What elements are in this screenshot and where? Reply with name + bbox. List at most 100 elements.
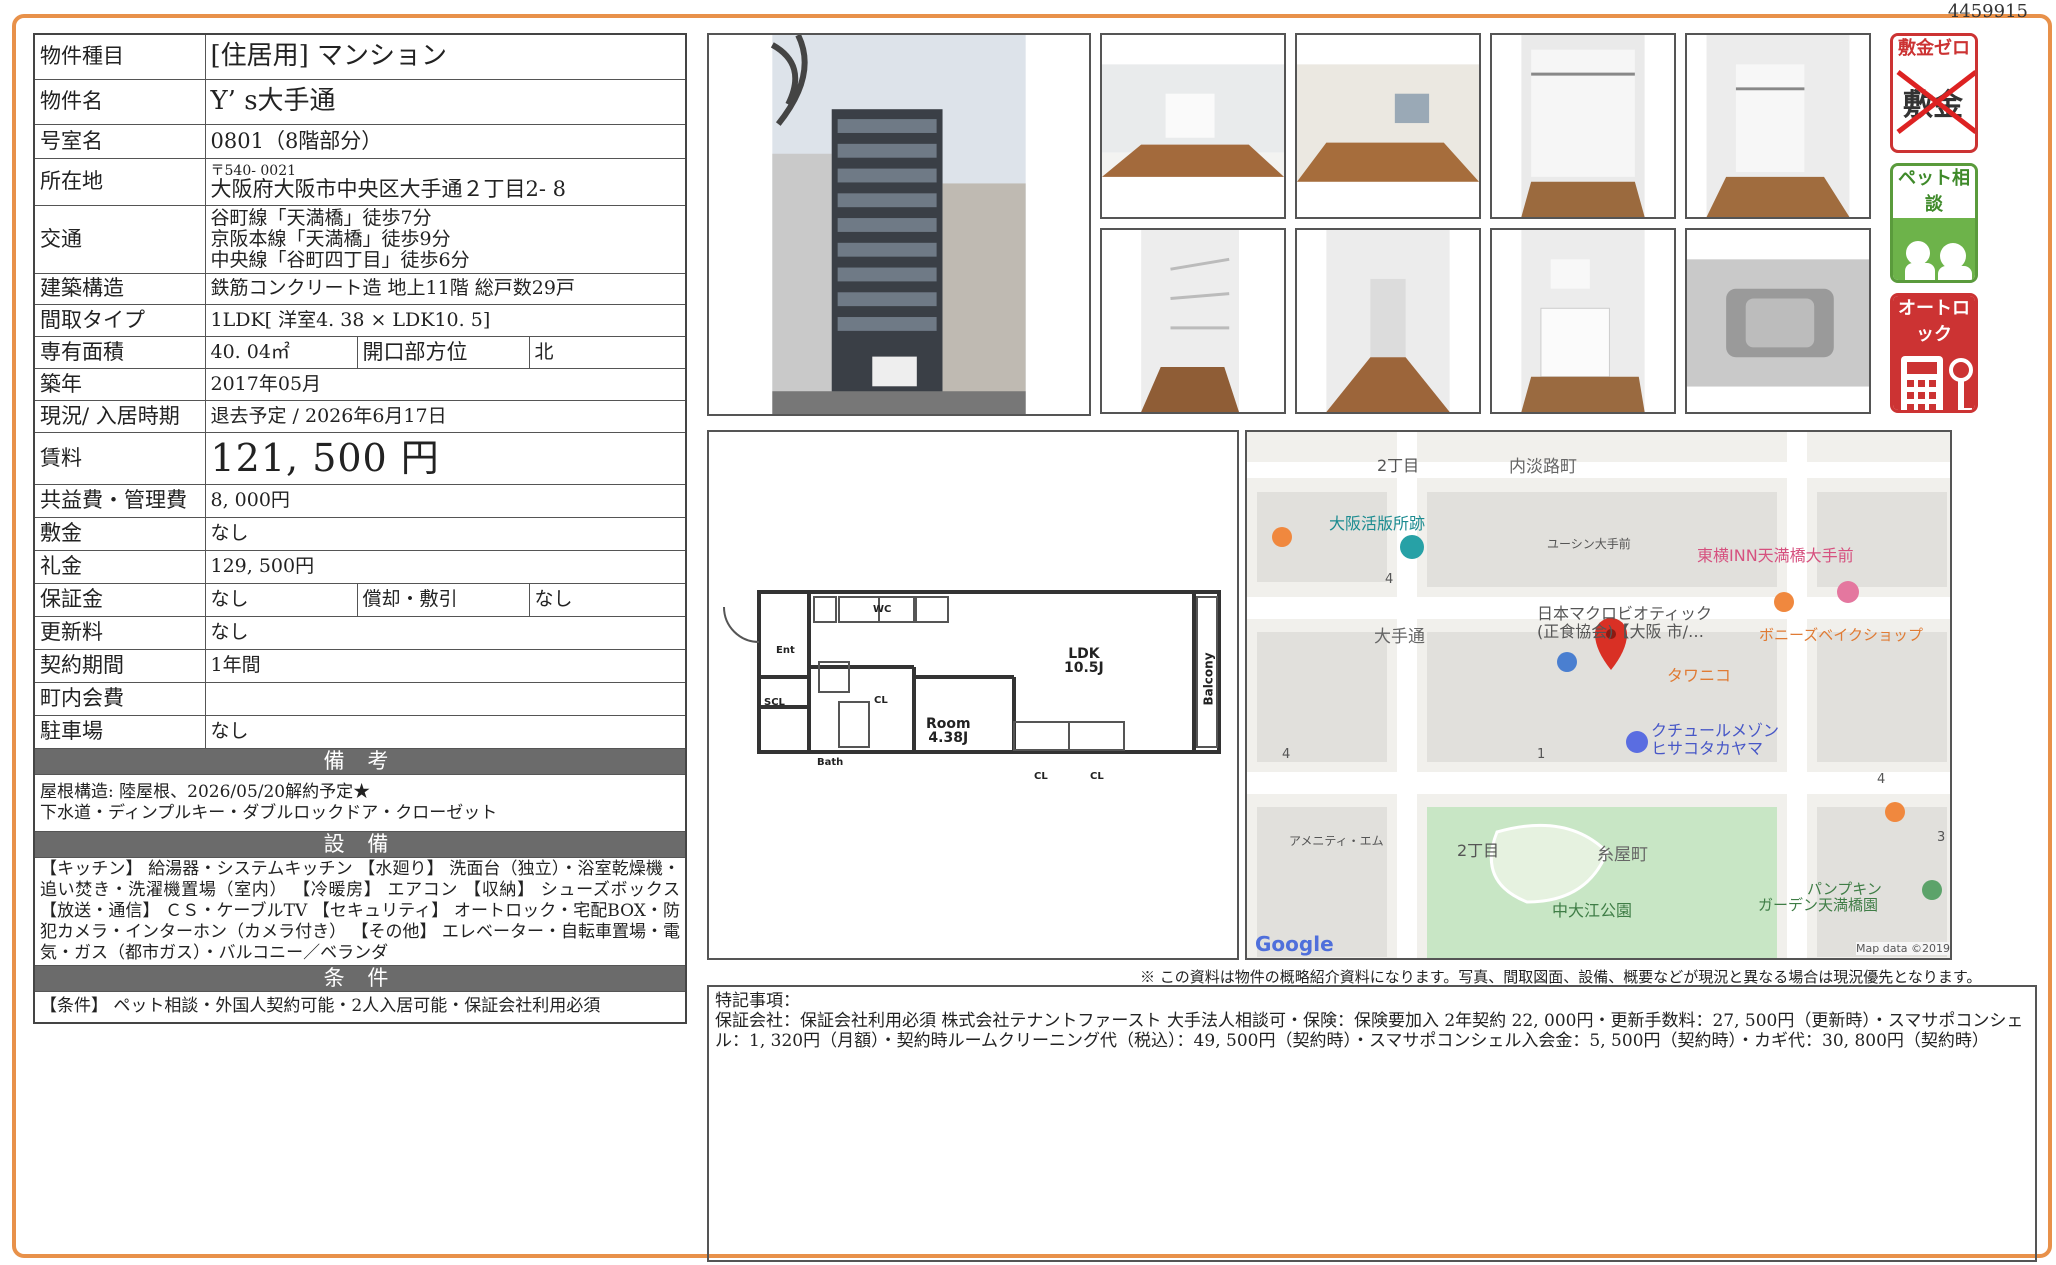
common-fee-value: 8, 000円	[204, 483, 687, 518]
keypad-icon	[1893, 348, 1975, 410]
area-label: 専有面積	[33, 335, 206, 369]
rent-value: 121, 500 円	[204, 431, 687, 485]
special-notes-box: 特記事項： 保証会社：保証会社利用必須 株式会社テナントファースト 大手法人相談…	[707, 985, 2037, 1262]
amortization-label: 償却・敷引	[356, 582, 530, 617]
opening-value: 北	[528, 335, 687, 369]
transport-label: 交通	[33, 204, 206, 274]
interior-photo	[1685, 228, 1871, 414]
pet-ok-label: ペット相談	[1893, 166, 1975, 218]
transport-line: 京阪本線「天満橋」徒歩9分	[210, 227, 451, 250]
renewal-label: 更新料	[33, 615, 206, 650]
map-block-number: 4	[1282, 747, 1291, 762]
rent-label: 賃料	[33, 431, 206, 485]
parking-label: 駐車場	[33, 714, 206, 749]
building-photo	[707, 33, 1091, 416]
interior-photo	[1490, 228, 1676, 414]
room-label: 号室名	[33, 123, 206, 159]
remarks-header: 備 考	[33, 747, 687, 775]
room-size: 4.38J	[928, 730, 969, 746]
autolock-label: オートロック	[1893, 296, 1975, 348]
bath-label: Bath	[817, 757, 844, 768]
location-map[interactable]: 2丁目 内淡路町 大阪活版所跡 ユーシン大手前 東横INN天満橋大手前 大手通 …	[1245, 430, 1952, 960]
special-notes-body: 保証会社：保証会社利用必須 株式会社テナントファースト 大手法人相談可・保険：保…	[715, 1011, 2024, 1051]
ldk-size: 10.5J	[1064, 660, 1104, 676]
layout-value: 1LDK[ 洋室4. 38 × LDK10. 5]	[204, 303, 687, 337]
area-value: 40. 04㎡	[204, 335, 358, 369]
amortization-value: なし	[528, 582, 687, 617]
no-deposit-label: 敷金ゼロ	[1893, 36, 1975, 62]
common-fee-label: 共益費・管理費	[33, 483, 206, 518]
association-label: 町内会費	[33, 681, 206, 716]
floor-plan: LDK 10.5J Room 4.38J Balcony Ent WC SCL CL…	[707, 430, 1239, 960]
scl-label: SCL	[764, 697, 785, 708]
status-label: 現況/ 入居時期	[33, 399, 206, 433]
name-label: 物件名	[33, 78, 206, 125]
map-label: (正食協会)【大阪 市/…	[1537, 622, 1704, 641]
document-id: 4459915	[1947, 1, 2028, 22]
room-value: 0801（8階部分）	[204, 123, 687, 159]
structure-label: 建築構造	[33, 272, 206, 305]
map-label: 糸屋町	[1597, 845, 1648, 865]
type-value: [住居用] マンション	[204, 33, 687, 80]
contract-label: 契約期間	[33, 648, 206, 683]
pet-icon	[1893, 218, 1975, 280]
closet-label: CL	[1090, 771, 1104, 782]
guarantee-label: 保証金	[33, 582, 206, 617]
wc-label: WC	[873, 604, 892, 615]
map-label: 東横INN天満橋大手前	[1697, 546, 1854, 565]
key-money-value: 129, 500円	[204, 549, 687, 584]
balcony-label: Balcony	[1201, 652, 1216, 706]
map-label: 大阪活版所跡	[1329, 514, 1426, 533]
floor-plan-drawing	[723, 590, 1221, 754]
renewal-value: なし	[204, 615, 687, 650]
ldk-label: LDK	[1068, 646, 1100, 662]
interior-photo	[1295, 33, 1481, 219]
special-notes-title: 特記事項：	[715, 991, 800, 1011]
map-label: 2丁目	[1377, 456, 1420, 475]
key-money-label: 礼金	[33, 549, 206, 584]
map-label: 大手通	[1374, 627, 1425, 647]
contract-value: 1年間	[204, 648, 687, 683]
map-label: ユーシン大手前	[1547, 537, 1631, 551]
parking-value: なし	[204, 714, 687, 749]
disclaimer: ※ この資料は物件の概略紹介資料になります。写真、間取図面、設備、概要などが現況…	[1140, 968, 1982, 986]
built-label: 築年	[33, 367, 206, 401]
prohibited-icon: 敷金	[1893, 62, 1975, 142]
map-label: ガーデン天満橋園	[1758, 896, 1879, 914]
interior-photo	[1295, 228, 1481, 414]
remarks-line: 下水道・ディンプルキー・ダブルロックドア・クローゼット	[40, 802, 498, 823]
map-label: ボニーズベイクショップ	[1759, 626, 1923, 644]
google-logo: Google	[1255, 932, 1334, 956]
map-label: アメニティ・エム	[1289, 834, 1384, 848]
map-label: 中大江公園	[1552, 901, 1633, 920]
layout-label: 間取タイプ	[33, 303, 206, 337]
map-label: 2丁目	[1457, 841, 1500, 860]
interior-photo	[1685, 33, 1871, 219]
transport-line: 谷町線「天満橋」徒歩7分	[210, 206, 432, 229]
pet-ok-badge: ペット相談	[1890, 163, 1978, 283]
entrance-label: Ent	[776, 645, 795, 656]
map-attribution: Map data ©2019	[1856, 942, 1950, 955]
interior-photo	[1100, 228, 1286, 414]
transport-line: 中央線「谷町四丁目」徒歩6分	[210, 248, 470, 271]
remarks-line: 屋根構造: 陸屋根、2026/05/20解約予定★	[40, 781, 371, 802]
deposit-value: なし	[204, 516, 687, 551]
conditions-header: 条 件	[33, 964, 687, 992]
built-value: 2017年05月	[204, 367, 687, 401]
conditions-text: 【条件】 ペット相談・外国人契約可能・2人入居可能・保証会社利用必須	[33, 990, 687, 1024]
interior-photo	[1490, 33, 1676, 219]
closet-label: CL	[874, 695, 888, 706]
map-block-number: 4	[1877, 772, 1886, 787]
map-block-number: 4	[1385, 572, 1394, 587]
status-value: 退去予定 / 2026年6月17日	[204, 399, 687, 433]
map-block-number: 1	[1537, 747, 1546, 762]
closet-label: CL	[1034, 771, 1048, 782]
type-label: 物件種目	[33, 33, 206, 80]
association-value	[204, 681, 687, 716]
guarantee-value: なし	[204, 582, 358, 617]
address-label: 所在地	[33, 157, 206, 206]
property-table: 物件種目 [住居用] マンション 物件名 Y’ s大手通 号室名 0801（8階部分）…	[33, 33, 687, 1024]
opening-label: 開口部方位	[356, 335, 530, 369]
address-value: 大阪府大阪市中央区大手通２丁目2- 8	[210, 177, 567, 201]
autolock-badge: オートロック	[1890, 293, 1978, 413]
